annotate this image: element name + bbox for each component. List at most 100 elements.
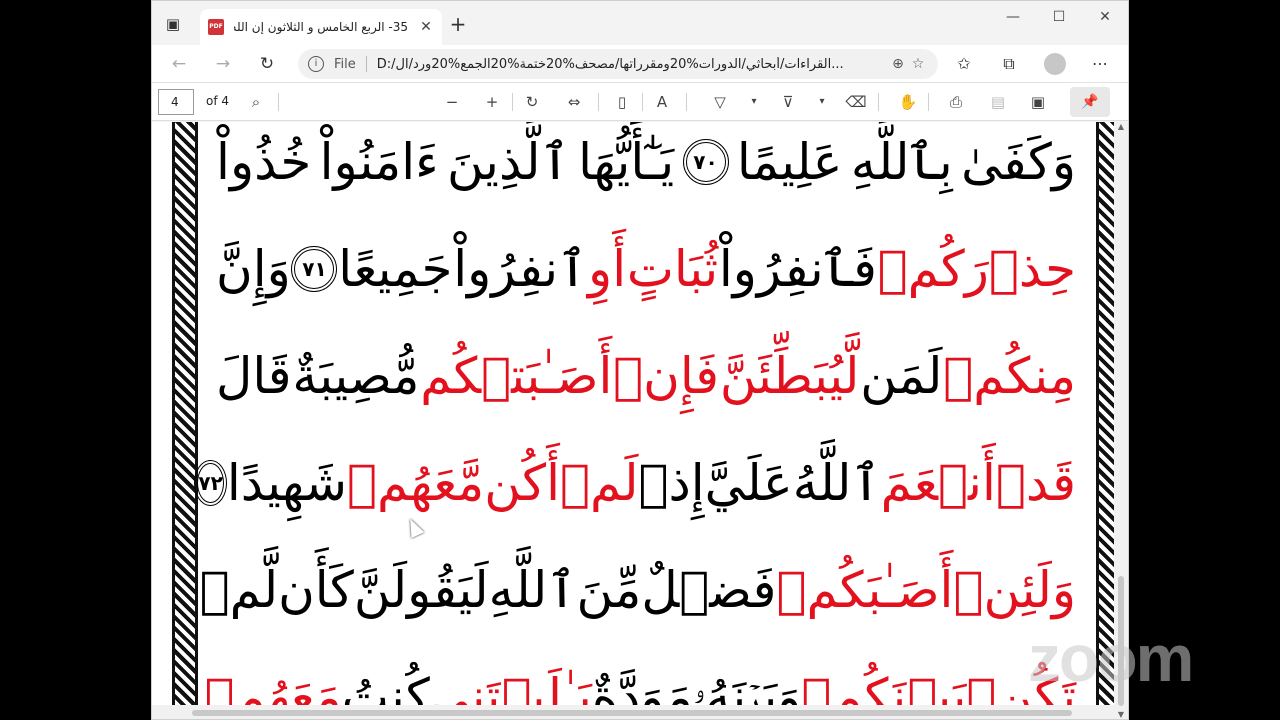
quran-line: قَدۡ أَنۡعَمَ ٱللَّهُ عَلَيَّ إِذۡ لَمۡ أَكُن م… [194, 433, 1076, 533]
print-icon[interactable]: ⎙ [944, 91, 968, 113]
quran-word: لَّمۡ [199, 561, 279, 619]
scroll-up-icon[interactable]: ▲ [1114, 122, 1128, 131]
quran-word: حِذۡرَكُمۡ [877, 240, 1076, 298]
pdf-icon: PDF [208, 19, 224, 35]
quran-word: عَلَيَّ [704, 454, 793, 512]
arrow-left-icon[interactable]: ← [166, 52, 192, 76]
quran-line: وَلَئِنۡ أَصَـٰبَكُمۡ فَضۡلٌ مِّنَ ٱللَّهِ لَ… [200, 540, 1076, 640]
zoom-icon[interactable]: ⊕ [888, 56, 908, 72]
pdf-toolbar: 4 of 4 ⌕ − + ↻ ⇔ ▯ A ▽ ▾ ⊽ ▾ ⌫ ✋ ⎙ ▤ ▣ 📌 [152, 83, 1128, 121]
maximize-button[interactable]: ☐ [1036, 7, 1082, 27]
quran-word: ءَامَنُواْ [319, 133, 439, 191]
star-add-icon[interactable]: ☆ [908, 56, 928, 72]
quran-word: ٱللَّهُ [792, 454, 881, 512]
quran-word: أَنۡعَمَ [880, 454, 996, 512]
info-icon[interactable]: i [308, 56, 324, 72]
quran-word: ثُبَاتٍ [626, 240, 719, 298]
horizontal-scrollbar[interactable] [152, 705, 1114, 719]
quran-word: خُذُواْ [216, 133, 312, 191]
quran-word: قَالَ [216, 347, 292, 405]
quran-word: فَإِنۡ [613, 347, 720, 405]
plus-icon[interactable]: + [448, 14, 468, 34]
quran-word: فَضۡلٌ [641, 561, 777, 619]
quran-line: حِذۡرَكُمۡ فَٱنفِرُواْ ثُبَاتٍ أَوِ ٱنفِرُوا… [216, 219, 1076, 319]
draw-icon[interactable]: ▽ [708, 91, 732, 113]
quran-word: قَدۡ [995, 454, 1076, 512]
quran-word: كَأَن [278, 561, 354, 619]
fit-page-icon[interactable]: ⇔ [562, 91, 586, 113]
address-bar[interactable]: i File D:/القراءات/أبحاثي/الدورات%20ومقر… [298, 49, 938, 79]
refresh-icon[interactable]: ↻ [254, 52, 280, 76]
ayah-number-marker: ٧١ [291, 246, 338, 292]
divider [598, 93, 599, 111]
page-number-input[interactable]: 4 [158, 89, 194, 115]
quran-word: بِٱللَّهِ [850, 133, 953, 191]
quran-word: مُّصِيبَةٌ [292, 347, 420, 405]
rotate-icon[interactable]: ↻ [520, 91, 544, 113]
highlight-icon[interactable]: ⊽ [776, 91, 800, 113]
close-tab-icon[interactable]: ✕ [418, 19, 434, 35]
quran-word: أَوِ [588, 240, 627, 298]
tab-actions-icon[interactable]: ▣ [162, 13, 184, 35]
tab-pdf[interactable]: PDF 35- الربع الخامس و الثلاثون إن الله … [200, 9, 442, 45]
quran-word: ٱنفِرُواْ [453, 240, 588, 298]
more-icon[interactable]: ⋯ [1088, 53, 1112, 75]
page-view-icon[interactable]: ▯ [610, 91, 634, 113]
quran-page: وَكَفَىٰ بِٱللَّهِ عَلِيمًا ٧٠ يَـٰٓأَيُّهَا… [194, 122, 1088, 719]
divider [642, 93, 643, 111]
quran-word: وَلَئِنۡ [953, 561, 1076, 619]
divider [686, 93, 687, 111]
scheme-label: File [334, 56, 356, 72]
quran-word: مَّعَهُمۡ [346, 454, 485, 512]
eraser-icon[interactable]: ⌫ [844, 91, 868, 113]
quran-line: مِنكُمۡ لَمَن لَّيُبَطِّئَنَّ فَإِنۡ أَصَـٰب… [216, 326, 1076, 426]
scroll-down-icon[interactable]: ▼ [1114, 710, 1128, 719]
divider [512, 93, 513, 111]
divider [365, 56, 367, 72]
chevron-down-icon[interactable]: ▾ [742, 91, 766, 113]
touch-icon[interactable]: ✋ [896, 91, 920, 113]
profile-icon[interactable] [1044, 53, 1066, 75]
chevron-down-icon[interactable]: ▾ [810, 91, 834, 113]
quran-word: لَيَقُولَنَّ [353, 561, 489, 619]
find-icon[interactable]: ⌕ [244, 91, 268, 113]
quran-word: ٱلَّذِينَ [447, 133, 570, 191]
quran-word: فَٱنفِرُواْ [718, 240, 877, 298]
quran-word: أَصَـٰبَكُمۡ [776, 561, 954, 619]
divider [878, 93, 879, 111]
page-total: of 4 [206, 94, 230, 108]
quran-word: وَكَفَىٰ [961, 133, 1076, 191]
quran-word: ٱللَّهِ [488, 561, 577, 619]
url-text[interactable]: D:/القراءات/أبحاثي/الدورات%20ومقرراتها/م… [377, 57, 888, 72]
zoom-out-icon[interactable]: − [440, 91, 464, 113]
quran-word: وَإِنَّ [216, 240, 291, 298]
quran-word: شَهِيدًا [226, 454, 347, 512]
quran-word: لَمَن [860, 347, 943, 405]
quran-word: لَمۡ [559, 454, 639, 512]
minimize-button[interactable]: — [990, 7, 1036, 27]
zoom-in-icon[interactable]: + [480, 91, 504, 113]
read-aloud-icon[interactable]: A [650, 91, 674, 113]
quran-word: لَّيُبَطِّئَنَّ [719, 347, 860, 405]
pdf-viewport[interactable]: وَكَفَىٰ بِٱللَّهِ عَلِيمًا ٧٠ يَـٰٓأَيُّهَا… [152, 122, 1128, 719]
quran-word: أَصَـٰبَتۡكُم [420, 347, 613, 405]
divider [278, 93, 279, 111]
ayah-number-marker: ٧٢ [194, 460, 227, 506]
divider [928, 93, 929, 111]
tab-strip: ▣ PDF 35- الربع الخامس و الثلاثون إن الل… [152, 1, 1128, 45]
decorative-border-left [172, 122, 198, 719]
tab-title: 35- الربع الخامس و الثلاثون إن الله [234, 20, 408, 34]
hscroll-thumb[interactable] [192, 710, 1072, 716]
save-as-icon[interactable]: ▣ [1026, 91, 1050, 113]
quran-word: عَلِيمًا [736, 133, 843, 191]
close-window-button[interactable]: ✕ [1082, 7, 1128, 27]
collections-icon[interactable]: ⧉ [997, 53, 1021, 75]
quran-word: إِذۡ [638, 454, 705, 512]
quran-line: وَكَفَىٰ بِٱللَّهِ عَلِيمًا ٧٠ يَـٰٓأَيُّهَا… [216, 122, 1076, 212]
pin-icon[interactable]: 📌 [1070, 87, 1110, 117]
ayah-number-marker: ٧٠ [682, 139, 729, 185]
save-icon[interactable]: ▤ [986, 91, 1010, 113]
favorites-icon[interactable]: ✩ [952, 53, 976, 75]
arrow-right-icon[interactable]: → [210, 52, 236, 76]
quran-word: جَمِيعًا [338, 240, 453, 298]
